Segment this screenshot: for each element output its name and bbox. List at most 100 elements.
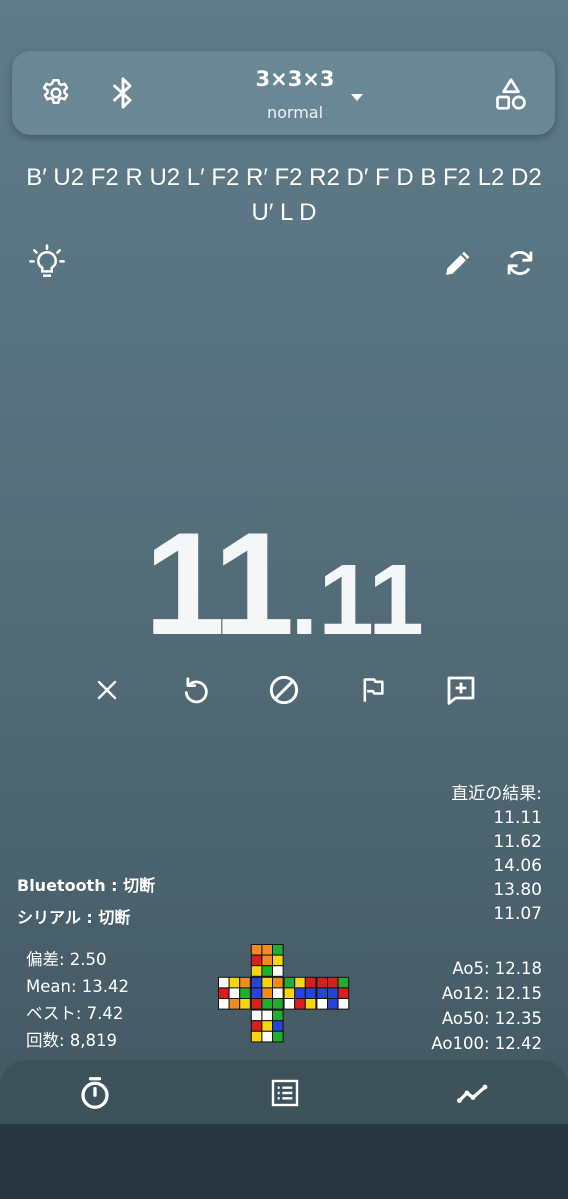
- flag-icon: [363, 678, 384, 702]
- caret-down-icon: [350, 87, 364, 106]
- delete-solve-button[interactable]: [90, 673, 124, 707]
- cube-sticker-D: [250, 1009, 263, 1022]
- recent-result[interactable]: 11.07: [451, 902, 542, 926]
- settings-button[interactable]: [38, 75, 74, 111]
- add-comment-button[interactable]: [443, 672, 479, 708]
- plus-two-button[interactable]: [178, 672, 214, 708]
- cube-sticker-L: [239, 976, 251, 989]
- cube-sticker-F: [261, 987, 274, 1000]
- cube-sticker-D: [261, 1009, 274, 1022]
- cube-sticker-L: [228, 998, 241, 1010]
- cube-sticker-B: [316, 998, 329, 1010]
- bluetooth-button[interactable]: [108, 75, 138, 111]
- flag-button[interactable]: [356, 672, 390, 708]
- bluetooth-icon: [113, 77, 132, 109]
- scramble-cube-preview[interactable]: [218, 944, 352, 1046]
- best-stat: ベスト: 7.42: [26, 1004, 124, 1023]
- cube-sticker-D: [250, 1030, 263, 1043]
- chart-icon: [457, 1084, 488, 1103]
- cube-sticker-U: [261, 944, 274, 956]
- shapes-button[interactable]: [492, 75, 530, 113]
- recent-result[interactable]: 11.62: [451, 830, 542, 854]
- nav-list[interactable]: [264, 1072, 306, 1114]
- edit-button[interactable]: [440, 245, 476, 281]
- cube-sticker-B: [327, 987, 339, 1000]
- shapes-icon: [496, 78, 526, 110]
- cube-sticker-U: [250, 965, 263, 977]
- cube-sticker-U: [250, 944, 263, 956]
- recent-results: 直近の結果: 11.11 11.62 14.06 13.80 11.07: [451, 782, 542, 926]
- system-navigation-bar: [0, 1124, 568, 1199]
- cube-sticker-D: [250, 1020, 263, 1032]
- dnf-button[interactable]: [266, 672, 302, 708]
- hint-button[interactable]: [28, 244, 66, 282]
- cube-sticker-R: [294, 987, 306, 1000]
- cube-sticker-R: [283, 976, 296, 989]
- cube-sticker-F: [261, 998, 274, 1010]
- cube-sticker-B: [316, 976, 329, 989]
- cube-sticker-U: [250, 954, 263, 967]
- mean-stat: Mean: 13.42: [26, 977, 129, 996]
- timer-icon: [81, 1077, 109, 1109]
- cube-sticker-R: [304, 987, 317, 1000]
- cube-sticker-F: [261, 976, 274, 989]
- add-comment-icon: [447, 676, 475, 705]
- cube-sticker-F: [272, 976, 284, 989]
- lightbulb-icon: [29, 244, 65, 277]
- cube-sticker-L: [239, 998, 251, 1010]
- top-bar: 3×3×3 normal: [12, 51, 555, 135]
- timer-seconds: 11: [144, 502, 294, 665]
- cube-sticker-U: [261, 954, 274, 967]
- nav-stats[interactable]: [452, 1072, 494, 1114]
- cube-sticker-F: [250, 987, 263, 1000]
- cube-sticker-D: [272, 1030, 284, 1043]
- cube-sticker-D: [261, 1020, 274, 1032]
- cube-sticker-L: [218, 987, 230, 1000]
- ao50-stat: Ao50: 12.35: [441, 1009, 542, 1028]
- cube-sticker-B: [327, 976, 339, 989]
- recent-result[interactable]: 13.80: [451, 878, 542, 902]
- cube-sticker-R: [294, 998, 306, 1010]
- deviation-stat: 偏差: 2.50: [26, 950, 107, 969]
- cube-sticker-U: [272, 965, 284, 977]
- cube-sticker-R: [304, 998, 317, 1010]
- close-icon: [97, 680, 117, 700]
- cube-sticker-D: [261, 1030, 274, 1043]
- scramble-text[interactable]: B′ U2 F2 R U2 L′ F2 R′ F2 R2 D′ F D B F2…: [20, 160, 548, 230]
- cube-sticker-B: [316, 987, 329, 1000]
- recent-result[interactable]: 14.06: [451, 854, 542, 878]
- cube-sticker-F: [272, 987, 284, 1000]
- ao100-stat: Ao100: 12.42: [431, 1034, 542, 1053]
- recent-result[interactable]: 11.11: [451, 806, 542, 830]
- puzzle-selector[interactable]: 3×3×3 normal: [250, 63, 380, 125]
- cube-sticker-L: [218, 976, 230, 989]
- stats-left: 偏差: 2.50 Mean: 13.42 ベスト: 7.42 回数: 8,819: [26, 946, 129, 1054]
- count-stat: 回数: 8,819: [26, 1031, 118, 1050]
- gear-icon: [42, 78, 69, 105]
- cube-sticker-B: [337, 987, 350, 1000]
- ao12-stat: Ao12: 12.15: [441, 984, 542, 1003]
- cube-sticker-B: [337, 976, 350, 989]
- nav-timer[interactable]: [74, 1072, 116, 1114]
- timer-centiseconds: .11: [290, 544, 424, 656]
- cube-sticker-U: [261, 965, 274, 977]
- puzzle-type: 3×3×3: [255, 67, 335, 91]
- cube-sticker-R: [304, 976, 317, 989]
- cube-sticker-U: [272, 954, 284, 967]
- ao5-stat: Ao5: 12.18: [452, 959, 542, 978]
- cube-sticker-U: [272, 944, 284, 956]
- recent-results-title: 直近の結果:: [451, 784, 542, 804]
- cube-sticker-B: [337, 998, 350, 1010]
- list-icon: [271, 1079, 299, 1107]
- pencil-icon: [446, 251, 470, 275]
- cube-sticker-B: [327, 998, 339, 1010]
- refresh-scramble-button[interactable]: [502, 245, 538, 281]
- cube-sticker-F: [250, 998, 263, 1010]
- undo-icon: [185, 677, 208, 704]
- cube-sticker-R: [283, 998, 296, 1010]
- cube-sticker-R: [283, 987, 296, 1000]
- timer-display[interactable]: 11.11: [0, 500, 568, 670]
- refresh-icon: [507, 250, 533, 276]
- cube-sticker-L: [239, 987, 251, 1000]
- cube-sticker-F: [250, 976, 263, 989]
